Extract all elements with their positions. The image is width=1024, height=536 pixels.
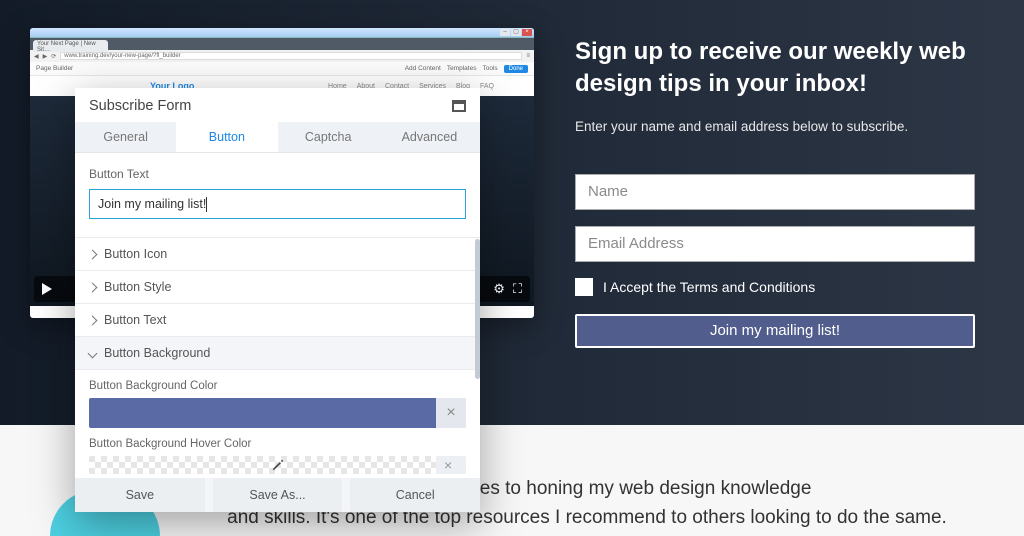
panel-title: Subscribe Form bbox=[89, 98, 191, 114]
tab-button[interactable]: Button bbox=[176, 122, 277, 153]
hero-subtext: Enter your name and email address below … bbox=[575, 119, 975, 134]
submit-button[interactable]: Join my mailing list! bbox=[575, 314, 975, 348]
accordion-label: Button Style bbox=[104, 280, 171, 294]
accordion-button-text[interactable]: Button Text bbox=[75, 304, 480, 337]
hero-heading: Sign up to receive our weekly web design… bbox=[575, 36, 975, 101]
save-as-button[interactable]: Save As... bbox=[213, 478, 343, 512]
play-icon[interactable] bbox=[42, 283, 52, 295]
tab-captcha[interactable]: Captcha bbox=[278, 122, 379, 153]
window-titlebar: – ▢ × bbox=[30, 28, 534, 38]
add-content-button[interactable]: Add Content bbox=[405, 65, 441, 72]
text-caret bbox=[206, 197, 207, 212]
page-builder-label: Page Builder bbox=[36, 65, 73, 72]
button-text-input[interactable]: Join my mailing list! bbox=[89, 189, 466, 219]
button-text-value: Join my mailing list! bbox=[98, 197, 206, 211]
cancel-button[interactable]: Cancel bbox=[350, 478, 480, 512]
button-text-label: Button Text bbox=[75, 153, 480, 189]
accordion-label: Button Background bbox=[104, 346, 210, 360]
save-button[interactable]: Save bbox=[75, 478, 205, 512]
browser-reload-button[interactable]: ⟳ bbox=[51, 53, 56, 60]
bg-hover-swatch[interactable]: × bbox=[89, 456, 466, 474]
address-bar[interactable]: www.training.dev/your-new-page/?fl_build… bbox=[60, 52, 522, 60]
accept-terms-label: I Accept the Terms and Conditions bbox=[603, 279, 815, 295]
settings-icon[interactable]: ⚙ bbox=[493, 281, 505, 297]
tools-button[interactable]: Tools bbox=[482, 65, 497, 72]
name-placeholder: Name bbox=[588, 183, 628, 200]
accordion-label: Button Text bbox=[104, 313, 166, 327]
name-input[interactable]: Name bbox=[575, 174, 975, 210]
chevron-right-icon bbox=[88, 249, 98, 259]
chevron-down-icon bbox=[88, 348, 98, 358]
bg-color-label: Button Background Color bbox=[75, 370, 480, 398]
email-placeholder: Email Address bbox=[588, 235, 684, 252]
browser-tabstrip[interactable]: Your Next Page | New Sit… bbox=[30, 38, 534, 50]
bg-hover-color-label: Button Background Hover Color bbox=[75, 428, 480, 456]
templates-button[interactable]: Templates bbox=[447, 65, 477, 72]
clear-hover-color-button[interactable]: × bbox=[436, 456, 466, 474]
bg-color-swatch[interactable]: × bbox=[89, 398, 466, 428]
browser-tab[interactable]: Your Next Page | New Sit… bbox=[33, 40, 108, 52]
chevron-right-icon bbox=[88, 282, 98, 292]
settings-panel: Subscribe Form General Button Captcha Ad… bbox=[75, 88, 480, 512]
window-minimize-button[interactable]: – bbox=[500, 29, 510, 36]
color-picker-icon[interactable] bbox=[270, 458, 286, 472]
tab-advanced[interactable]: Advanced bbox=[379, 122, 480, 153]
tab-general[interactable]: General bbox=[75, 122, 176, 153]
email-input[interactable]: Email Address bbox=[575, 226, 975, 262]
clear-color-button[interactable]: × bbox=[436, 398, 466, 428]
browser-forward-button[interactable]: ▶ bbox=[43, 53, 48, 60]
chevron-right-icon bbox=[88, 315, 98, 325]
nav-faq[interactable]: FAQ bbox=[480, 83, 494, 90]
done-button[interactable]: Done bbox=[504, 65, 528, 73]
browser-menu-button[interactable]: ≡ bbox=[526, 53, 530, 59]
accept-terms-checkbox[interactable] bbox=[575, 278, 593, 296]
accordion-button-background[interactable]: Button Background bbox=[75, 337, 480, 370]
fullscreen-icon[interactable]: ⛶ bbox=[513, 281, 522, 297]
window-maximize-button[interactable]: ▢ bbox=[511, 29, 521, 36]
accordion-label: Button Icon bbox=[104, 247, 167, 261]
accordion-button-icon[interactable]: Button Icon bbox=[75, 238, 480, 271]
maximize-icon[interactable] bbox=[452, 100, 466, 112]
panel-scrollbar[interactable] bbox=[474, 239, 480, 444]
window-close-button[interactable]: × bbox=[522, 29, 532, 36]
accordion-button-style[interactable]: Button Style bbox=[75, 271, 480, 304]
scrollbar-thumb[interactable] bbox=[475, 239, 480, 379]
browser-back-button[interactable]: ◀ bbox=[34, 53, 39, 60]
submit-button-label: Join my mailing list! bbox=[710, 322, 840, 339]
